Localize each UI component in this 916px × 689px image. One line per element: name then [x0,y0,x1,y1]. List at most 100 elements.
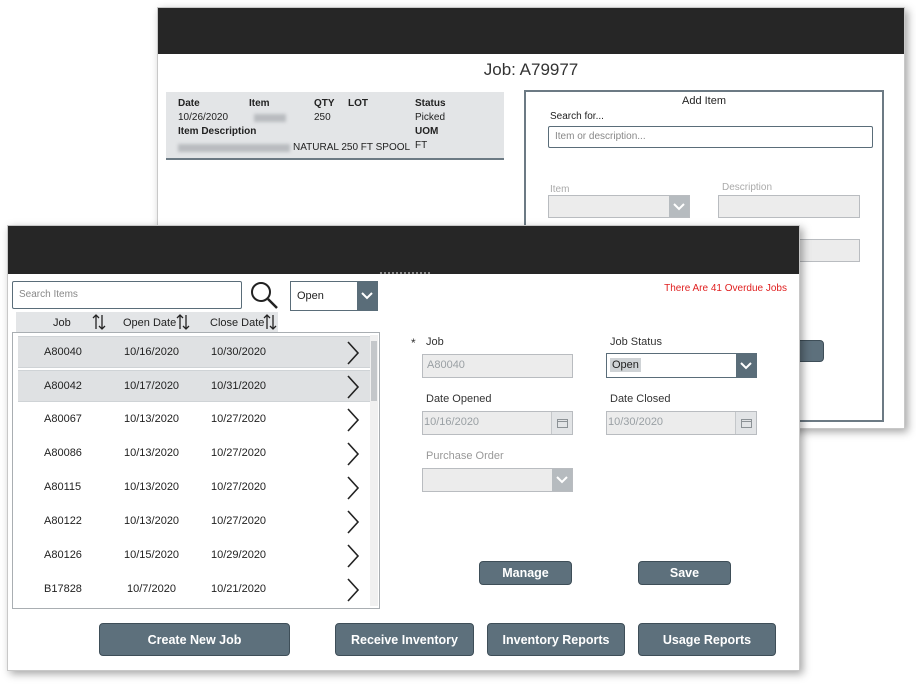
header-date: Date [178,98,200,109]
search-icon[interactable] [249,280,279,313]
description-field[interactable] [718,195,860,218]
manage-button[interactable]: Manage [479,561,572,585]
job-status-value: Open [610,358,641,372]
table-row[interactable]: A80086 10/13/2020 10/27/2020 [18,438,370,470]
calendar-icon[interactable] [551,412,572,434]
search-for-label: Search for... [550,111,604,122]
item-dropdown[interactable] [548,195,690,218]
column-close-date[interactable]: Close Date [210,317,264,329]
date-closed-value: 10/30/2020 [608,416,664,428]
chevron-right-icon[interactable] [346,544,360,568]
table-row[interactable]: A80126 10/15/2020 10/29/2020 [18,540,370,572]
close-date-cell: 10/27/2020 [211,515,267,527]
header-lot: LOT [348,98,368,109]
date-opened-value: 10/16/2020 [424,416,480,428]
header-status: Status [415,98,446,109]
chevron-down-icon [736,354,756,377]
chevron-right-icon[interactable] [346,408,360,432]
job-field[interactable]: A80040 [422,354,573,378]
job-status-label: Job Status [610,336,662,348]
purchase-order-dropdown[interactable] [422,468,573,492]
open-date-cell: 10/15/2020 [124,549,180,561]
chevron-right-icon[interactable] [346,442,360,466]
column-open-date[interactable]: Open Date [123,317,176,329]
value-description-redacted [178,144,290,152]
inventory-reports-button[interactable]: Inventory Reports [487,623,625,656]
sort-icon[interactable] [263,313,277,334]
value-qty: 250 [314,112,331,123]
required-marker: * [411,336,416,350]
open-date-cell: 10/13/2020 [124,447,180,459]
status-filter-dropdown[interactable]: Open [290,281,378,311]
job-cell: A80040 [44,346,82,358]
job-status-dropdown[interactable]: Open [606,353,757,378]
scrollbar[interactable] [370,335,378,606]
open-date-cell: 10/17/2020 [124,380,180,392]
table-row[interactable]: A80042 10/17/2020 10/31/2020 [18,370,370,402]
receive-inventory-button[interactable]: Receive Inventory [335,623,474,656]
chevron-down-icon [669,196,689,217]
job-label: Job [426,336,444,348]
item-card[interactable]: Date Item QTY LOT Status 10/26/2020 250 … [166,92,504,160]
save-button[interactable]: Save [638,561,731,585]
close-date-cell: 10/30/2020 [211,346,267,358]
job-cell: A80067 [44,413,82,425]
purchase-order-label: Purchase Order [426,450,504,462]
table-row[interactable]: A80122 10/13/2020 10/27/2020 [18,506,370,538]
drag-handle[interactable] [380,272,430,274]
table-row[interactable]: A80067 10/13/2020 10/27/2020 [18,404,370,436]
job-cell: A80086 [44,447,82,459]
description-label: Description [722,182,773,193]
table-row[interactable]: A80115 10/13/2020 10/27/2020 [18,472,370,504]
open-date-cell: 10/16/2020 [124,346,180,358]
date-opened-label: Date Opened [426,393,492,405]
back-window-title: Job: A79977 [483,60,579,79]
job-list[interactable]: A80040 10/16/2020 10/30/2020 A80042 10/1… [12,332,380,609]
item-label: Item [550,184,570,195]
header-item-description: Item Description [178,126,257,137]
close-date-cell: 10/29/2020 [211,549,267,561]
column-headers: Job Open Date Close Date [16,312,278,332]
add-item-search-input[interactable]: Item or description... [548,126,873,148]
usage-reports-button[interactable]: Usage Reports [638,623,776,656]
value-date: 10/26/2020 [178,112,229,123]
value-uom: FT [415,140,428,151]
chevron-down-icon [552,469,572,491]
open-date-cell: 10/13/2020 [124,481,180,493]
job-cell: A80115 [44,481,82,493]
table-row[interactable]: A80040 10/16/2020 10/30/2020 [18,336,370,368]
open-date-cell: 10/13/2020 [124,515,180,527]
chevron-right-icon[interactable] [346,578,360,602]
close-date-cell: 10/27/2020 [211,447,267,459]
date-closed-field[interactable]: 10/30/2020 [606,411,757,435]
value-item-redacted [254,114,286,122]
header-uom: UOM [415,126,439,137]
calendar-icon[interactable] [735,412,756,434]
front-window: Search Items Open There Are 41 Overdue J… [7,225,800,671]
status-filter-value: Open [297,290,324,302]
date-closed-label: Date Closed [610,393,671,405]
front-window-titlebar [8,226,799,274]
search-items-input[interactable]: Search Items [12,281,242,309]
create-new-job-button[interactable]: Create New Job [99,623,290,656]
table-row[interactable]: B17828 10/7/2020 10/21/2020 [18,574,370,606]
column-job[interactable]: Job [53,317,71,329]
header-item: Item [249,98,270,109]
job-cell: A80122 [44,515,82,527]
close-date-cell: 10/27/2020 [211,413,267,425]
value-status: Picked [415,112,446,123]
scrollbar-thumb[interactable] [371,341,377,401]
chevron-right-icon[interactable] [346,476,360,500]
date-opened-field[interactable]: 10/16/2020 [422,411,573,435]
close-date-cell: 10/31/2020 [211,380,267,392]
job-cell: A80126 [44,549,82,561]
add-item-title: Add Item [681,95,727,107]
overdue-jobs-text: There Are 41 Overdue Jobs [664,283,787,294]
chevron-right-icon[interactable] [346,510,360,534]
chevron-right-icon[interactable] [346,375,360,399]
chevron-right-icon[interactable] [346,341,360,365]
chevron-down-icon [357,282,377,310]
sort-icon[interactable] [92,313,106,334]
job-cell: B17828 [44,583,82,595]
sort-icon[interactable] [176,313,190,334]
